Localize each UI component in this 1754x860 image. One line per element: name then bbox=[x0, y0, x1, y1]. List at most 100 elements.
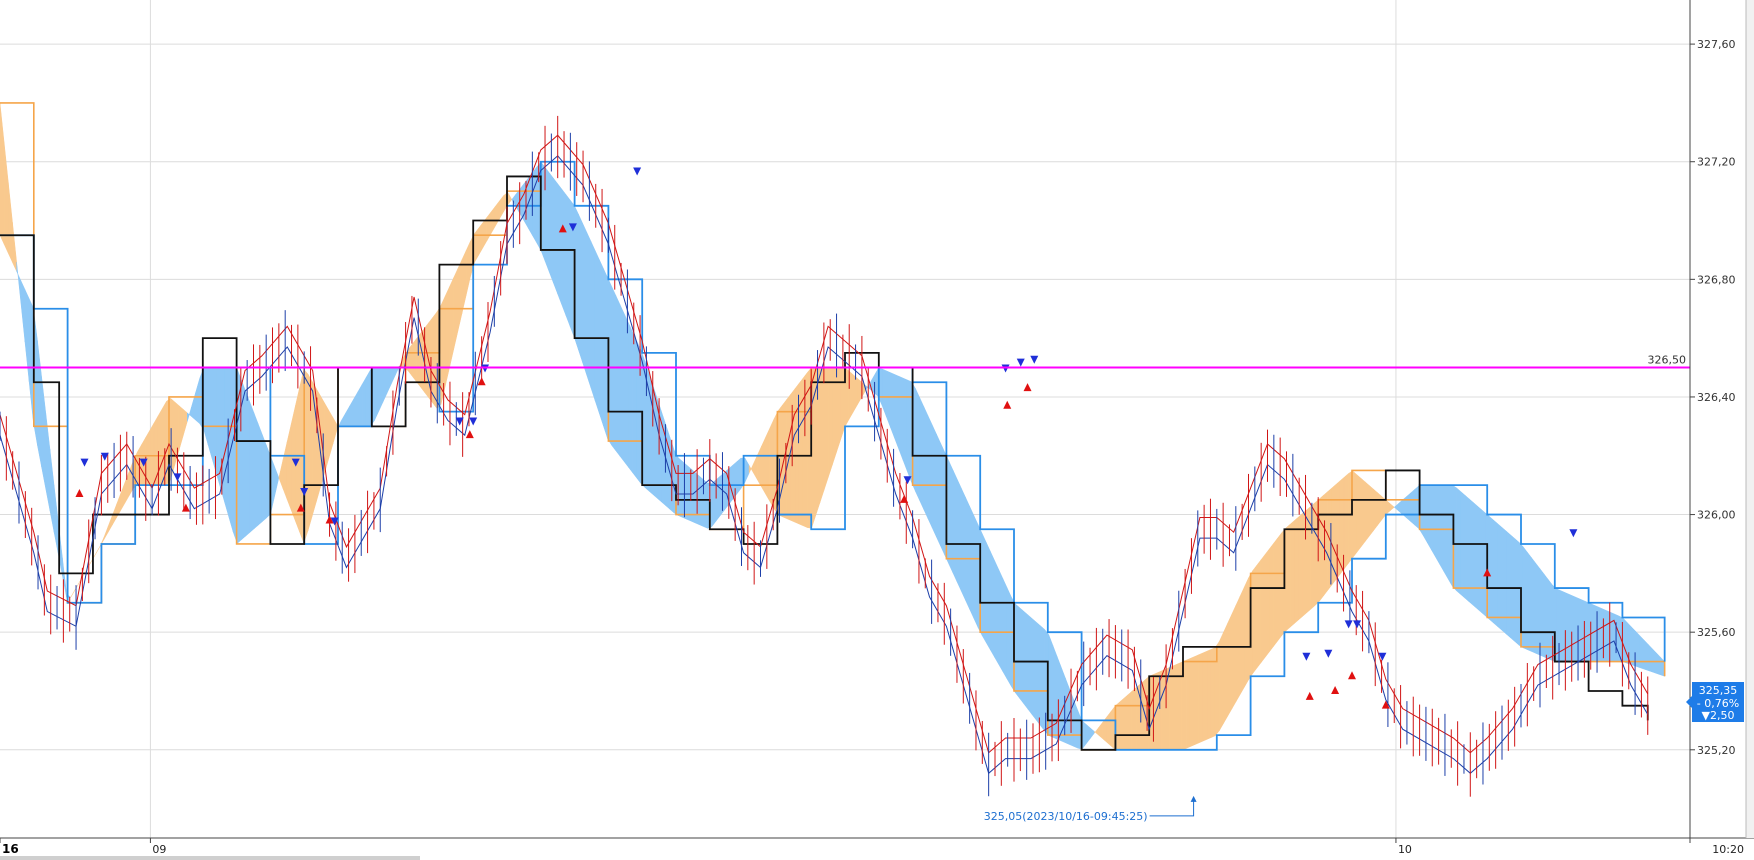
y-tick-label: 326,40 bbox=[1697, 391, 1736, 404]
cloud-segment bbox=[569, 199, 575, 338]
cloud-segment bbox=[1414, 485, 1420, 530]
cloud-segment bbox=[1252, 564, 1258, 675]
cloud-segment bbox=[257, 423, 263, 526]
cloud-segment bbox=[1464, 494, 1470, 603]
cloud-segment bbox=[919, 397, 925, 510]
cloud-segment bbox=[1472, 501, 1478, 610]
cloud-segment bbox=[365, 369, 371, 427]
cloud-segment bbox=[1477, 505, 1482, 614]
cloud-segment bbox=[1260, 553, 1266, 664]
cloud-segment bbox=[1206, 649, 1212, 740]
cloud-segment bbox=[990, 551, 995, 659]
cloud-segment bbox=[1015, 603, 1020, 700]
cloud-segment bbox=[245, 390, 250, 537]
right-edge-toolbar[interactable] bbox=[1745, 0, 1754, 838]
cloud-segment bbox=[1239, 586, 1245, 696]
cloud-segment bbox=[777, 404, 783, 518]
cloud-segment bbox=[969, 506, 975, 619]
cloud-segment bbox=[586, 232, 592, 389]
cloud-segment bbox=[906, 379, 912, 483]
right-edge-toolbar-bg bbox=[1746, 0, 1754, 838]
cloud-segment bbox=[1185, 658, 1191, 749]
cloud-segment bbox=[357, 383, 363, 427]
cloud-segment bbox=[1318, 494, 1324, 603]
cloud-segment bbox=[1069, 688, 1074, 747]
y-tick-label: 326,80 bbox=[1697, 273, 1736, 286]
cloud-segment bbox=[1002, 578, 1008, 680]
cloud-segment bbox=[711, 479, 717, 528]
cloud-segment bbox=[827, 367, 833, 478]
cloud-segment bbox=[965, 497, 970, 610]
cloud-segment bbox=[1040, 625, 1045, 732]
cloud-segment bbox=[1597, 606, 1603, 662]
cloud-segment bbox=[1377, 492, 1382, 527]
cloud-segment bbox=[923, 406, 929, 519]
cloud-segment bbox=[1643, 639, 1649, 671]
cloud-segment bbox=[1568, 593, 1574, 662]
cloud-segment bbox=[1506, 530, 1511, 639]
cloud-segment bbox=[632, 331, 637, 479]
cloud-segment bbox=[1023, 610, 1029, 710]
cloud-segment bbox=[1335, 480, 1341, 581]
cloud-segment bbox=[1406, 492, 1412, 523]
cloud-segment bbox=[1352, 470, 1357, 559]
cloud-segment bbox=[1169, 665, 1174, 751]
cloud-segment bbox=[1489, 516, 1495, 624]
cloud-segment bbox=[902, 377, 908, 472]
cloud-segment bbox=[1435, 484, 1441, 566]
cloud-segment bbox=[936, 433, 941, 546]
cloud-segment bbox=[1543, 573, 1549, 660]
ichimoku-chart[interactable]: 326,50 325,05(2023/10/16-09:45:25) 327,6… bbox=[0, 0, 1754, 860]
cloud-segment bbox=[678, 457, 683, 518]
cloud-segment bbox=[1514, 538, 1520, 646]
last-price-change: ▼2,50 bbox=[1702, 709, 1735, 722]
cloud-segment bbox=[765, 427, 771, 503]
x-tick-label: 10:20 bbox=[1712, 843, 1744, 856]
cloud-segment bbox=[623, 313, 629, 468]
cloud-segment bbox=[1123, 694, 1129, 751]
cloud-segment bbox=[216, 367, 221, 489]
cloud-segment bbox=[1373, 488, 1378, 532]
cloud-segment bbox=[836, 367, 841, 453]
cloud-segment bbox=[1622, 617, 1628, 664]
horizontal-scrollbar[interactable] bbox=[0, 856, 420, 860]
cloud-segment bbox=[1639, 634, 1645, 670]
cloud-segment bbox=[1031, 617, 1037, 721]
cloud-segment bbox=[1273, 537, 1278, 648]
x-tick-label: 09 bbox=[152, 843, 166, 856]
cloud-segment bbox=[1302, 509, 1308, 617]
cloud-segment bbox=[1343, 473, 1349, 570]
cloud-segment bbox=[1198, 652, 1203, 744]
cloud-segment bbox=[1431, 484, 1437, 559]
cloud-segment bbox=[1264, 548, 1270, 659]
cloud-segment bbox=[1601, 608, 1607, 662]
cloud-segment bbox=[1527, 551, 1532, 652]
cloud-segment bbox=[1610, 611, 1615, 662]
y-tick-label: 325,20 bbox=[1697, 744, 1736, 757]
cloud-segment bbox=[1056, 656, 1062, 742]
cloud-segment bbox=[1447, 484, 1453, 588]
cloud-segment bbox=[619, 304, 625, 463]
cloud-segment bbox=[786, 393, 791, 521]
cloud-segment bbox=[898, 375, 904, 461]
cloud-segment bbox=[1081, 720, 1087, 750]
low-annotation-label: 325,05(2023/10/16-09:45:25) bbox=[984, 810, 1148, 823]
cloud-segment bbox=[320, 394, 325, 488]
y-tick-label: 326,00 bbox=[1697, 509, 1736, 522]
cloud-segment bbox=[1106, 710, 1112, 747]
cloud-segment bbox=[1235, 595, 1241, 703]
cloud-segment bbox=[445, 286, 450, 387]
cloud-segment bbox=[1177, 661, 1183, 751]
cloud-segment bbox=[1285, 523, 1291, 632]
cloud-segment bbox=[956, 479, 962, 592]
cloud-segment bbox=[1502, 527, 1507, 635]
cloud-segment bbox=[952, 470, 958, 583]
last-price-badge: 325,35 - 0,76% ▼2,50 bbox=[1686, 682, 1744, 722]
reference-line-label: 326,50 bbox=[1648, 354, 1687, 367]
cloud-segment bbox=[1231, 605, 1237, 710]
cloud-segment bbox=[1531, 556, 1536, 654]
cloud-segment bbox=[611, 286, 617, 452]
cloud-segment bbox=[1368, 484, 1374, 537]
cloud-segment bbox=[823, 367, 829, 491]
cloud-segment bbox=[594, 250, 600, 414]
